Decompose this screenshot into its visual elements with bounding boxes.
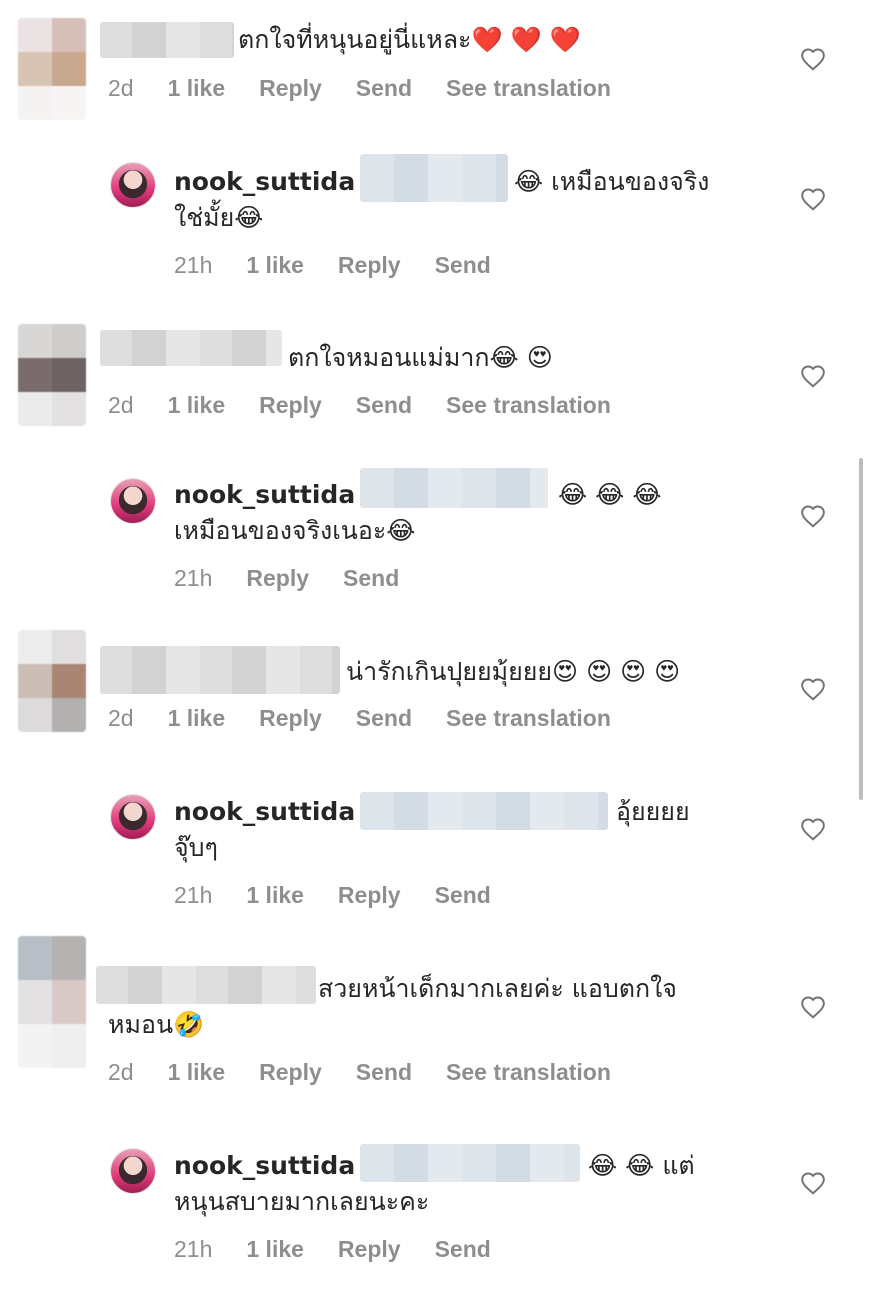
comment-age: 2d — [108, 705, 134, 731]
comment-actions: 21h 1 like Reply Send — [174, 882, 525, 909]
reply-button[interactable]: Reply — [259, 705, 322, 732]
avatar[interactable] — [110, 1148, 156, 1194]
like-heart-icon[interactable] — [800, 504, 826, 528]
mention-redacted[interactable] — [360, 1144, 580, 1182]
mention-redacted[interactable] — [360, 468, 548, 508]
comment-text: ตกใจหมอนแม่มาก😂 😍 — [288, 343, 553, 372]
avatar[interactable] — [18, 18, 86, 120]
send-button[interactable]: Send — [356, 1059, 412, 1086]
comment-text: 😂 😂 แต่ — [588, 1151, 695, 1180]
like-heart-icon[interactable] — [800, 995, 826, 1019]
send-button[interactable]: Send — [435, 1236, 491, 1263]
like-heart-icon[interactable] — [800, 1171, 826, 1195]
like-heart-icon[interactable] — [800, 817, 826, 841]
comment-age: 21h — [174, 882, 213, 908]
comment-text: อุ้ยยยย — [616, 797, 690, 826]
comment-actions: 2d 1 like Reply Send See translation — [108, 705, 645, 732]
likes-count[interactable]: 1 like — [246, 1236, 304, 1263]
send-button[interactable]: Send — [356, 705, 412, 732]
comment-age: 2d — [108, 1059, 134, 1085]
comment-actions: 21h Reply Send — [174, 565, 433, 592]
comment-actions: 2d 1 like Reply Send See translation — [108, 1059, 645, 1086]
likes-count[interactable]: 1 like — [168, 705, 226, 732]
comment-actions: 2d 1 like Reply Send See translation — [108, 392, 645, 419]
comment-age: 21h — [174, 1236, 213, 1262]
send-button[interactable]: Send — [435, 252, 491, 279]
username-redacted[interactable] — [100, 646, 340, 694]
comment-actions: 2d 1 like Reply Send See translation — [108, 75, 645, 102]
comment-actions: 21h 1 like Reply Send — [174, 252, 525, 279]
comment-actions: 21h 1 like Reply Send — [174, 1236, 525, 1263]
reply-button[interactable]: Reply — [338, 1236, 401, 1263]
likes-count[interactable]: 1 like — [168, 75, 226, 102]
comment-age: 2d — [108, 75, 134, 101]
see-translation-button[interactable]: See translation — [446, 705, 611, 732]
comment-text-line2: หมอน🤣 — [108, 1010, 205, 1039]
avatar[interactable] — [18, 630, 86, 732]
see-translation-button[interactable]: See translation — [446, 392, 611, 419]
likes-count[interactable]: 1 like — [246, 882, 304, 909]
like-heart-icon[interactable] — [800, 187, 826, 211]
likes-count[interactable]: 1 like — [246, 252, 304, 279]
comment-text: ตกใจที่หนุนอยู่นี่แหละ❤️ ❤️ ❤️ — [238, 25, 581, 54]
username-redacted[interactable] — [100, 22, 234, 58]
reply-button[interactable]: Reply — [338, 252, 401, 279]
send-button[interactable]: Send — [435, 882, 491, 909]
username-redacted[interactable] — [100, 330, 282, 366]
comment-text: น่ารักเกินปุยยมุ้ยยย😍 😍 😍 😍 — [346, 657, 681, 686]
avatar[interactable] — [18, 936, 86, 1068]
like-heart-icon[interactable] — [800, 47, 826, 71]
avatar[interactable] — [18, 324, 86, 426]
comment-text-line2: ใช่มั้ย😂 — [174, 203, 264, 232]
comment-text-line2: จุ๊บๆ — [174, 833, 218, 862]
likes-count[interactable]: 1 like — [168, 392, 226, 419]
send-button[interactable]: Send — [356, 392, 412, 419]
like-heart-icon[interactable] — [800, 677, 826, 701]
avatar[interactable] — [110, 794, 156, 840]
avatar[interactable] — [110, 478, 156, 524]
reply-button[interactable]: Reply — [338, 882, 401, 909]
comment-text-line2: หนุนสบายมากเลยนะคะ — [174, 1187, 430, 1216]
username[interactable]: nook_suttida — [174, 794, 355, 830]
avatar[interactable] — [110, 162, 156, 208]
send-button[interactable]: Send — [356, 75, 412, 102]
username[interactable]: nook_suttida — [174, 164, 355, 200]
send-button[interactable]: Send — [343, 565, 399, 592]
reply-button[interactable]: Reply — [259, 75, 322, 102]
scrollbar[interactable] — [859, 458, 863, 800]
see-translation-button[interactable]: See translation — [446, 1059, 611, 1086]
comment-text: 😂 เหมือนของจริง — [514, 167, 710, 196]
comment-age: 21h — [174, 565, 213, 591]
comment-text: 😂 😂 😂 — [558, 480, 662, 509]
comment-age: 21h — [174, 252, 213, 278]
reply-button[interactable]: Reply — [259, 392, 322, 419]
comment-text: สวยหน้าเด็กมากเลยค่ะ แอบตกใจ — [318, 974, 677, 1003]
comment-text-line2: เหมือนของจริงเนอะ😂 — [174, 516, 416, 545]
comment-age: 2d — [108, 392, 134, 418]
mention-redacted[interactable] — [360, 792, 608, 830]
mention-redacted[interactable] — [360, 154, 508, 202]
likes-count[interactable]: 1 like — [168, 1059, 226, 1086]
username[interactable]: nook_suttida — [174, 1148, 355, 1184]
see-translation-button[interactable]: See translation — [446, 75, 611, 102]
username-redacted[interactable] — [96, 966, 316, 1004]
like-heart-icon[interactable] — [800, 364, 826, 388]
username[interactable]: nook_suttida — [174, 477, 355, 513]
reply-button[interactable]: Reply — [259, 1059, 322, 1086]
reply-button[interactable]: Reply — [246, 565, 309, 592]
